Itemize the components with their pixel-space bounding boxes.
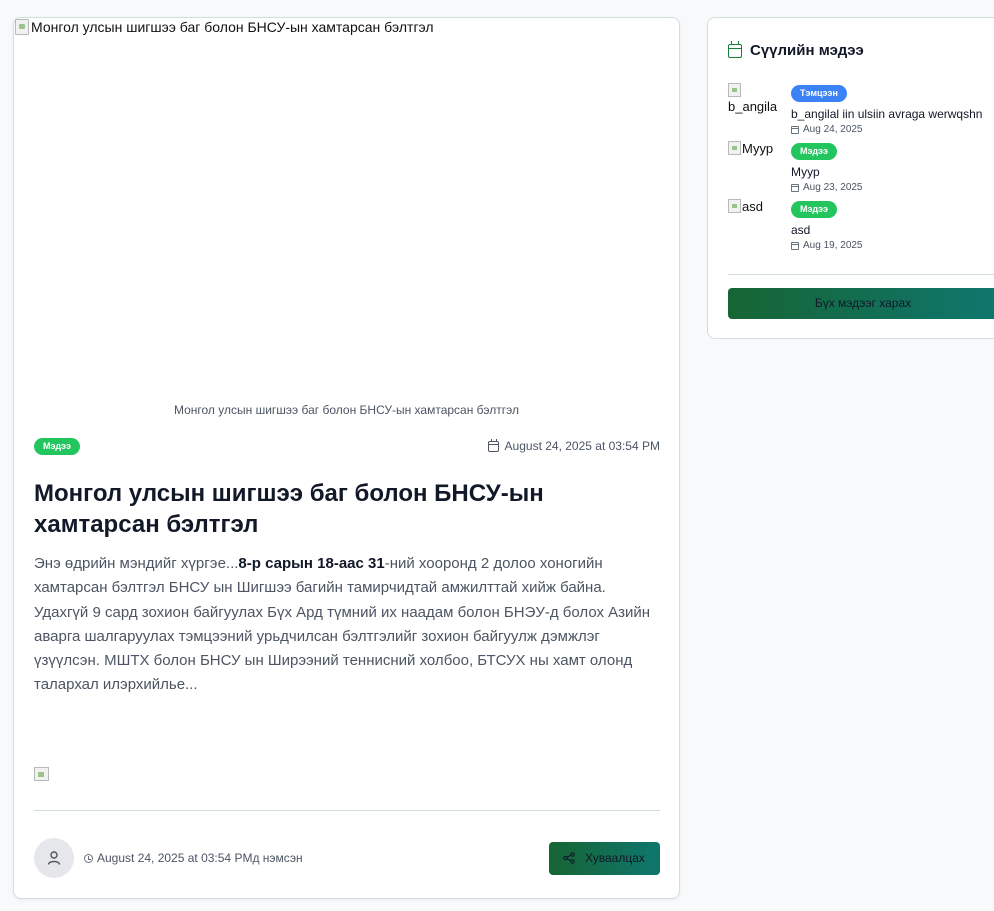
news-category-badge: Мэдээ (791, 143, 838, 160)
news-date-text: Aug 24, 2025 (803, 124, 863, 135)
avatar (34, 838, 74, 878)
recent-news-title: Сүүлийн мэдээ (750, 42, 864, 59)
news-title[interactable]: asd (791, 223, 994, 237)
hero-image: Монгол улсын шигшээ баг болон БНСУ-ын ха… (14, 18, 679, 428)
news-info: Тэмцээн b_angilal iin ulsiin avraga werw… (791, 83, 994, 135)
category-badge[interactable]: Мэдээ (34, 437, 81, 455)
calendar-icon (728, 40, 742, 58)
user-icon (47, 851, 61, 865)
hero-image-alt: Монгол улсын шигшээ баг болон БНСУ-ын ха… (31, 19, 434, 35)
news-title[interactable]: b_angilal iin ulsiin avraga werwqshn (791, 107, 994, 121)
recent-news-header: Сүүлийн мэдээ (728, 40, 864, 59)
author-info: August 24, 2025 at 03:54 PMд нэмсэн (34, 838, 303, 878)
calendar-icon (791, 241, 799, 250)
broken-image-icon (728, 141, 741, 155)
news-category-badge: Тэмцээн (791, 85, 847, 102)
article-body-bold: 8-р сарын 18-аас 31 (238, 555, 385, 572)
added-date: August 24, 2025 at 03:54 PMд нэмсэн (84, 851, 303, 865)
all-news-button[interactable]: Бүх мэдээг харах (728, 288, 994, 319)
news-title[interactable]: Муур (791, 165, 994, 179)
news-date: Aug 23, 2025 (791, 182, 994, 193)
broken-image-icon (34, 767, 49, 781)
article-footer: August 24, 2025 at 03:54 PMд нэмсэн Хува… (34, 838, 660, 878)
calendar-icon (791, 183, 799, 192)
article-body-intro: Энэ өдрийн мэндийг хүргэе... (34, 555, 239, 572)
added-date-text: August 24, 2025 at 03:54 PMд нэмсэн (97, 851, 303, 865)
divider (728, 274, 994, 275)
calendar-icon (791, 125, 799, 134)
news-thumbnail[interactable]: asd (728, 199, 784, 215)
news-category-badge: Мэдээ (791, 201, 838, 218)
share-button-label: Хуваалцах (585, 851, 645, 865)
article-card: Монгол улсын шигшээ баг болон БНСУ-ын ха… (13, 17, 680, 899)
news-info: Мэдээ Муур Aug 23, 2025 (791, 141, 994, 193)
news-thumbnail[interactable]: Муур (728, 141, 784, 157)
clock-icon (84, 853, 93, 863)
hero-image-placeholder: Монгол улсын шигшээ баг болон БНСУ-ын ха… (15, 19, 434, 35)
news-date-text: Aug 23, 2025 (803, 182, 863, 193)
article-meta: Мэдээ August 24, 2025 at 03:54 PM (34, 436, 660, 456)
divider (34, 810, 660, 811)
article-date: August 24, 2025 at 03:54 PM (487, 438, 660, 453)
calendar-icon (487, 438, 499, 452)
recent-news-card: Сүүлийн мэдээ b_angila Тэмцээн b_angilal… (707, 17, 994, 339)
news-date: Aug 24, 2025 (791, 124, 994, 135)
news-item[interactable]: b_angila Тэмцээн b_angilal iin ulsiin av… (728, 83, 994, 138)
news-date: Aug 19, 2025 (791, 240, 994, 251)
news-thumbnail-alt: Муур (742, 141, 774, 156)
article-title: Монгол улсын шигшээ баг болон БНСУ-ын ха… (34, 480, 544, 538)
broken-image-icon (15, 19, 29, 35)
share-icon (563, 852, 575, 864)
news-item[interactable]: asd Мэдээ asd Aug 19, 2025 (728, 199, 994, 254)
news-item[interactable]: Муур Мэдээ Муур Aug 23, 2025 (728, 141, 994, 196)
news-date-text: Aug 19, 2025 (803, 240, 863, 251)
article-date-text: August 24, 2025 at 03:54 PM (504, 439, 660, 453)
broken-image-icon (728, 199, 741, 213)
broken-image-icon (728, 83, 741, 97)
article-body-rest: -ний хооронд 2 долоо хоногийн хамтарсан … (34, 555, 651, 694)
news-thumbnail[interactable]: b_angila (728, 83, 784, 114)
article-body: Энэ өдрийн мэндийг хүргэе...8-р сарын 18… (34, 552, 660, 698)
news-info: Мэдээ asd Aug 19, 2025 (791, 199, 994, 251)
news-thumbnail-alt: asd (742, 199, 763, 214)
news-thumbnail-alt: b_angila (728, 98, 778, 114)
share-button[interactable]: Хуваалцах (549, 841, 660, 875)
hero-caption: Монгол улсын шигшээ баг болон БНСУ-ын ха… (173, 403, 520, 417)
